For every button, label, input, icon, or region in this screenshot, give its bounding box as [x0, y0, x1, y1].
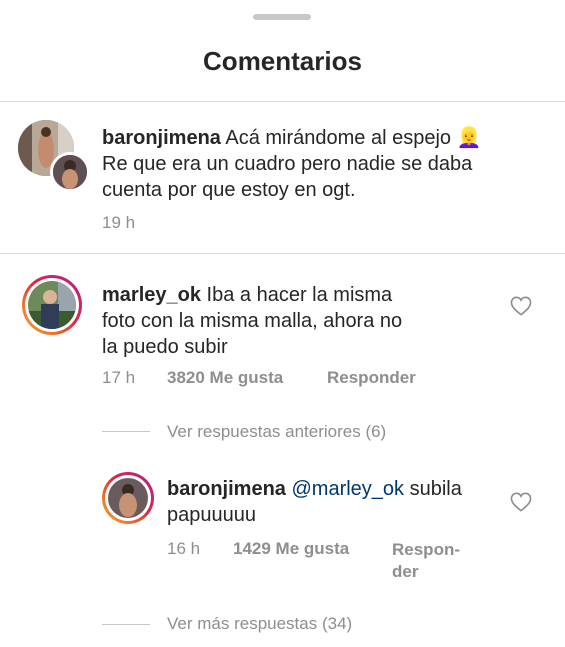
view-previous-replies-button[interactable]: Ver respuestas anteriores (6): [167, 422, 386, 442]
reply-mention[interactable]: @marley_ok: [291, 478, 404, 500]
comment-username[interactable]: marley_ok: [102, 284, 201, 306]
caption-divider: [0, 253, 565, 254]
comments-sheet: Comentarios baronjimena Acá mirándome al…: [0, 0, 565, 647]
comment-line-2: foto con la misma malla, ahora no: [102, 310, 403, 332]
page-title: Comentarios: [203, 46, 362, 76]
comment-line-3: la puedo subir: [102, 336, 228, 358]
comment-text: marley_ok Iba a hacer la misma foto con …: [102, 282, 502, 360]
caption-time: 19 h: [102, 213, 136, 232]
more-replies-line: [102, 624, 150, 625]
caption-text: baronjimena Acá mirándome al espejo 👱‍♀️…: [102, 125, 542, 203]
reply-time: 16 h: [167, 539, 201, 558]
reply-likes[interactable]: 1429 Me gusta: [233, 539, 349, 559]
comment-likes[interactable]: 3820 Me gusta: [167, 368, 283, 388]
caption-username[interactable]: baronjimena: [102, 127, 221, 149]
drag-handle[interactable]: [253, 14, 311, 20]
reply-line-1: subila: [409, 478, 462, 500]
previous-replies-line: [102, 431, 150, 432]
reply-text: baronjimena @marley_ok subila papuuuuu: [167, 476, 497, 528]
view-more-replies-button[interactable]: Ver más respuestas (34): [167, 614, 352, 634]
reply-reply-button[interactable]: Respon- der: [392, 539, 460, 583]
header-divider: [0, 101, 565, 102]
reply-username[interactable]: baronjimena: [167, 478, 286, 500]
comment-reply-button[interactable]: Responder: [327, 368, 416, 388]
reply-avatar[interactable]: [102, 472, 154, 524]
comment-line-1: Iba a hacer la misma: [206, 284, 393, 306]
caption-emoji: 👱‍♀️: [456, 127, 482, 149]
reply-like-icon[interactable]: [510, 492, 532, 512]
avatar-front: [50, 152, 90, 192]
caption-line-1: Acá mirándome al espejo: [225, 127, 452, 149]
comment-avatar[interactable]: [22, 275, 82, 335]
comment-time: 17 h: [102, 368, 136, 387]
caption-line-2: Re que era un cuadro pero nadie se daba: [102, 153, 473, 175]
caption-line-3: cuenta por que estoy en ogt.: [102, 179, 356, 201]
comment-like-icon[interactable]: [510, 296, 532, 316]
caption-avatar[interactable]: [18, 120, 90, 192]
reply-line-2: papuuuuu: [167, 504, 256, 526]
